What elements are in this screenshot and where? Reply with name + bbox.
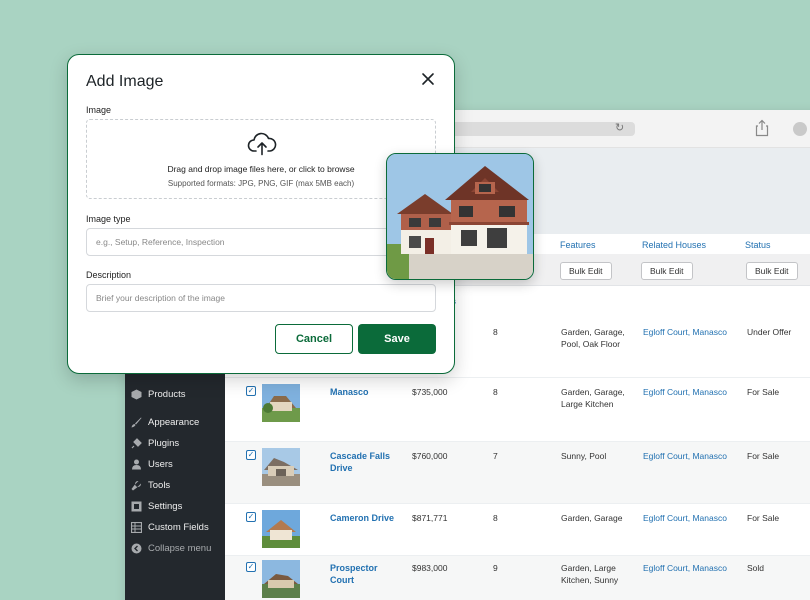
reload-icon[interactable]: ↻ [615,121,624,134]
browser-profile-icon[interactable] [793,122,807,136]
bulk-edit-button-related[interactable]: Bulk Edit [641,262,693,280]
sidebar-item-users[interactable]: Users [125,454,225,474]
features-cell: Sunny, Pool [561,451,607,461]
row-checkbox[interactable]: ✓ [246,562,256,572]
house-thumbnail [262,448,300,486]
save-button[interactable]: Save [358,324,436,354]
row-checkbox[interactable]: ✓ [246,450,256,460]
house-thumbnail [262,384,300,422]
price-cell: $735,000 [412,387,448,397]
table-row: ✓ Cascade Falls Drive $760,000 7 Sunny, … [225,442,810,504]
beds-cell: 8 [493,387,498,397]
beds-cell: 9 [493,563,498,573]
image-type-label: Image type [86,214,131,224]
sidebar-item-tools[interactable]: Tools [125,475,225,495]
sidebar-item-label: Plugins [148,437,180,449]
sidebar-item-custom-fields[interactable]: Custom Fields [125,517,225,537]
settings-icon [130,500,142,512]
status-cell: For Sale [747,387,780,397]
features-cell: Garden, Garage, Large Kitchen [561,387,625,409]
sidebar-item-label: Users [148,458,173,470]
sidebar-item-products[interactable]: Products [125,384,225,404]
box-icon [130,388,142,400]
property-title-link[interactable]: Prospector Court [330,562,400,586]
house-photo-preview [386,153,534,280]
status-cell: For Sale [747,451,780,461]
price-cell: $983,000 [412,563,448,573]
status-cell: For Sale [747,513,780,523]
image-dropzone[interactable]: Drag and drop image files here, or click… [86,119,436,199]
dialog-title: Add Image [86,73,164,90]
sidebar-collapse-menu[interactable]: Collapse menu [125,538,225,558]
table-row: ✓ Cameron Drive $871,771 8 Garden, Garag… [225,504,810,556]
row-checkbox[interactable]: ✓ [246,386,256,396]
table-row: ✓ Prospector Court $983,000 9 Garden, La… [225,556,810,600]
related-house-link[interactable]: Egloff Court, Manasco [643,512,727,524]
property-title-link[interactable]: Cascade Falls Drive [330,450,400,474]
plug-icon [130,437,142,449]
sidebar-item-label: Collapse menu [148,542,212,554]
property-title-link[interactable]: Manasco [330,386,369,398]
price-cell: $871,771 [412,513,448,523]
image-field-label: Image [86,105,112,115]
beds-cell: 7 [493,451,498,461]
description-input[interactable] [86,284,436,312]
collapse-icon [130,542,142,554]
cloud-upload-icon [247,132,277,156]
sidebar-item-label: Tools [148,479,171,491]
cancel-button[interactable]: Cancel [275,324,353,354]
related-house-link[interactable]: Egloff Court, Manasco [643,450,727,462]
close-icon[interactable] [420,71,436,87]
sidebar-item-plugins[interactable]: Plugins [125,433,225,453]
property-title-link[interactable]: Cameron Drive [330,512,394,524]
status-cell: Sold [747,563,765,573]
beds-cell: 8 [493,513,498,523]
dropzone-format-hint: Supported formats: JPG, PNG, GIF (max 5M… [167,179,355,188]
sidebar-item-label: Custom Fields [148,521,209,533]
features-cell: Garden, Large Kitchen, Sunny [561,563,619,585]
sidebar-item-appearance[interactable]: Appearance [125,412,225,432]
share-icon[interactable] [755,119,769,137]
wrench-icon [130,479,142,491]
table-row: ✓ Manasco $735,000 8 Garden, Garage, Lar… [225,378,810,442]
house-thumbnail [262,560,300,598]
column-header-status[interactable]: Status [745,240,771,250]
beds-cell: 8 [493,327,498,337]
brush-icon [130,416,142,428]
sidebar-item-label: Appearance [148,416,200,428]
related-house-link[interactable]: Egloff Court, Manasco [643,326,727,338]
image-type-input[interactable] [86,228,436,256]
features-cell: Garden, Garage, Pool, Oak Floor [561,327,625,349]
features-cell: Garden, Garage [561,513,623,523]
related-house-link[interactable]: Egloff Court, Manasco [643,386,727,398]
related-house-link[interactable]: Egloff Court, Manasco [643,562,727,574]
grid-icon [130,521,142,533]
description-label: Description [86,270,132,280]
column-header-related-houses[interactable]: Related Houses [642,240,706,250]
row-checkbox[interactable]: ✓ [246,512,256,522]
status-cell: Under Offer [747,327,792,337]
user-icon [130,458,142,470]
bulk-edit-button-features[interactable]: Bulk Edit [560,262,612,280]
bulk-edit-button-status[interactable]: Bulk Edit [746,262,798,280]
price-cell: $760,000 [412,451,448,461]
sidebar-item-settings[interactable]: Settings [125,496,225,516]
sidebar-item-label: Products [148,388,186,400]
house-thumbnail [262,510,300,548]
column-header-features[interactable]: Features [560,240,596,250]
sidebar-item-label: Settings [148,500,183,512]
dropzone-instructions: Drag and drop image files here, or click… [167,164,355,174]
